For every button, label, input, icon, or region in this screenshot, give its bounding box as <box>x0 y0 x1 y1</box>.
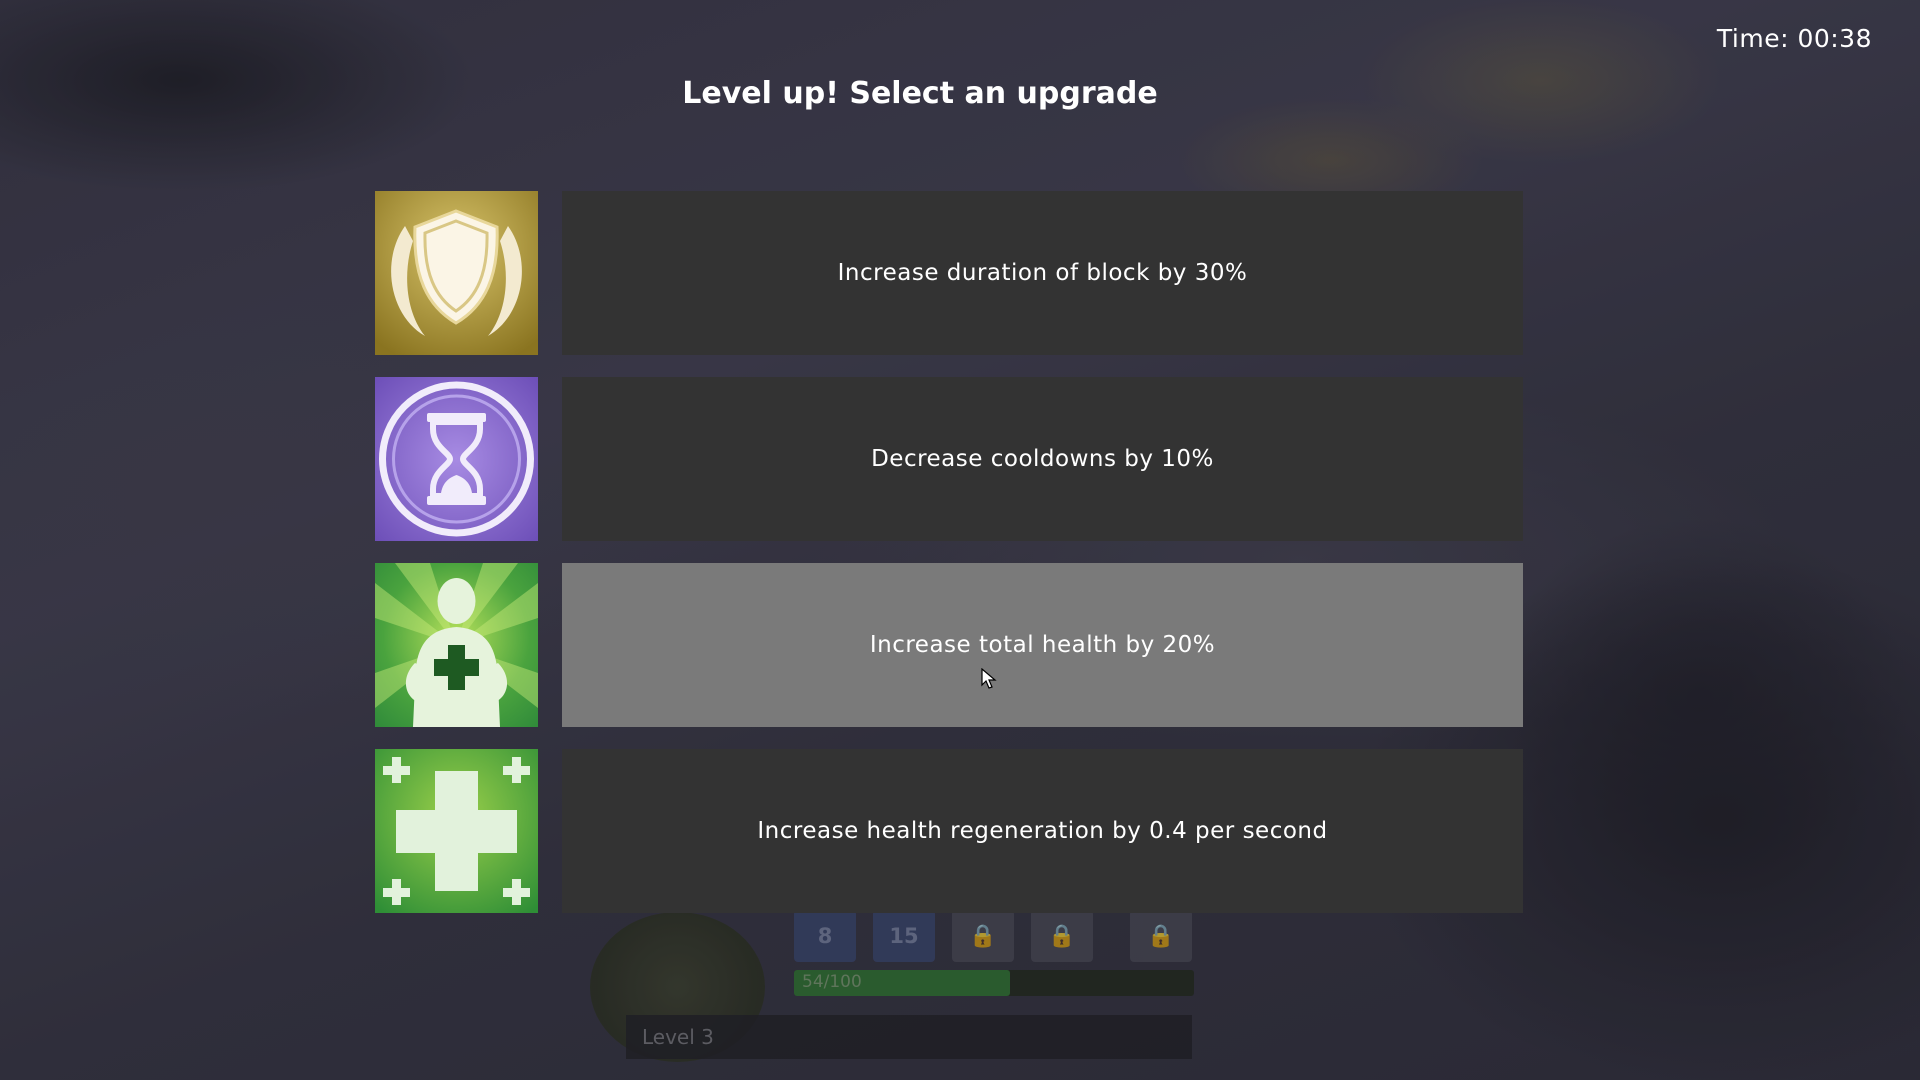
upgrade-options: Increase duration of block by 30% Decrea… <box>375 191 1523 935</box>
regen-cross-icon[interactable] <box>375 749 538 913</box>
upgrade-button[interactable]: Increase health regeneration by 0.4 per … <box>562 749 1523 913</box>
health-body-icon[interactable] <box>375 563 538 727</box>
upgrade-label: Increase duration of block by 30% <box>837 260 1248 286</box>
upgrade-label: Increase health regeneration by 0.4 per … <box>757 818 1328 844</box>
upgrade-option: Decrease cooldowns by 10% <box>375 377 1523 541</box>
upgrade-option: Increase duration of block by 30% <box>375 191 1523 355</box>
upgrade-option: Increase total health by 20% <box>375 563 1523 727</box>
upgrade-button[interactable]: Increase total health by 20% <box>562 563 1523 727</box>
mouse-cursor-icon <box>981 668 997 689</box>
upgrade-button[interactable]: Increase duration of block by 30% <box>562 191 1523 355</box>
game-scene: 8 15 🔒 🔒 🔒 54/100 Level 3 Time: 00:38 Le… <box>0 0 1920 1080</box>
upgrade-label: Increase total health by 20% <box>869 632 1216 658</box>
level-up-heading: Level up! Select an upgrade <box>682 76 1158 111</box>
hourglass-icon[interactable] <box>375 377 538 541</box>
match-timer: Time: 00:38 <box>1716 24 1872 53</box>
upgrade-option: Increase health regeneration by 0.4 per … <box>375 749 1523 913</box>
upgrade-button[interactable]: Decrease cooldowns by 10% <box>562 377 1523 541</box>
shield-icon[interactable] <box>375 191 538 355</box>
upgrade-label: Decrease cooldowns by 10% <box>871 446 1214 472</box>
